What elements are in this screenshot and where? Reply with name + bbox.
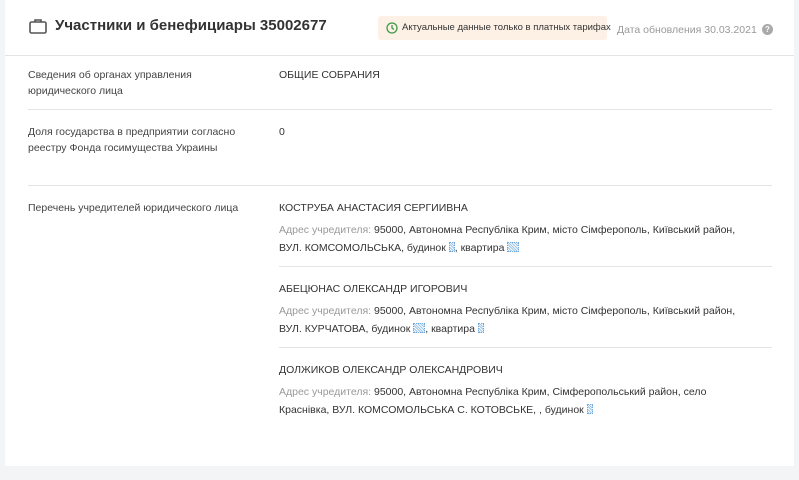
address-line-1: 95000, Автономна Республіка Крим, Сімфер… [373, 386, 707, 398]
address-label: Адрес учредителя: [279, 305, 372, 317]
address-line-1: 95000, Автономна Республіка Крим, місто … [373, 224, 736, 236]
address-apartment-label: , квартира [425, 323, 475, 335]
founders-row: Перечень учредителей юридического лица К… [28, 200, 772, 430]
card-header: Участники и бенефициары 35002677 Актуаль… [5, 0, 794, 56]
update-date: Дата обновления 30.03.2021 [617, 24, 757, 36]
hidden-data-mask[interactable] [507, 242, 520, 252]
founder-name: АБЕЦЮНАС ОЛЕКСАНДР ИГОРОВИЧ [279, 283, 468, 295]
founder-item: ДОЛЖИКОВ ОЛЕКСАНДР ОЛЕКСАНДРОВИЧ Адрес у… [279, 362, 772, 428]
founder-name: КОСТРУБА АНАСТАСИЯ СЕРГИИВНА [279, 202, 468, 214]
founder-item: АБЕЦЮНАС ОЛЕКСАНДР ИГОРОВИЧ Адрес учреди… [279, 281, 772, 348]
beneficiaries-card: Участники и бенефициары 35002677 Актуаль… [5, 0, 794, 466]
address-apartment-label: , квартира [454, 242, 505, 254]
state-share-row: Доля государства в предприятии согласно … [28, 124, 772, 186]
clock-icon [386, 22, 398, 34]
founder-address: Адрес учредителя: 95000, Автономна Респу… [279, 221, 772, 257]
management-bodies-row: Сведения об органах управления юридическ… [28, 67, 772, 110]
state-share-value: 0 [279, 126, 285, 138]
address-label: Адрес учредителя: [279, 224, 372, 236]
question-icon[interactable]: ? [762, 24, 773, 35]
founder-address: Адрес учредителя: 95000, Автономна Респу… [279, 383, 772, 419]
briefcase-icon [29, 19, 47, 34]
founder-name: ДОЛЖИКОВ ОЛЕКСАНДР ОЛЕКСАНДРОВИЧ [279, 364, 503, 376]
address-label: Адрес учредителя: [279, 386, 372, 398]
paid-badge-text: Актуальные данные только в платных тариф… [402, 22, 611, 33]
paid-data-badge[interactable]: Актуальные данные только в платных тариф… [378, 16, 611, 40]
page-title: Участники и бенефициары 35002677 [55, 17, 327, 34]
address-line-2: Краснівка, ВУЛ. КОМСОМОЛЬСЬКА С. КОТОВСЬ… [279, 404, 584, 416]
hidden-data-mask[interactable] [586, 404, 593, 414]
management-bodies-value: ОБЩИЕ СОБРАНИЯ [279, 69, 380, 81]
founder-item: КОСТРУБА АНАСТАСИЯ СЕРГИИВНА Адрес учред… [279, 200, 772, 267]
address-line-2: ВУЛ. КОМСОМОЛЬСЬКА, будинок [279, 242, 446, 254]
management-bodies-label: Сведения об органах управления юридическ… [28, 69, 192, 97]
hidden-data-mask[interactable] [477, 323, 484, 333]
state-share-label: Доля государства в предприятии согласно … [28, 126, 236, 154]
address-line-1: 95000, Автономна Республіка Крим, місто … [373, 305, 736, 317]
founder-address: Адрес учредителя: 95000, Автономна Респу… [279, 302, 772, 338]
founders-label: Перечень учредителей юридического лица [28, 202, 239, 214]
address-line-2: ВУЛ. КУРЧАТОВА, будинок [279, 323, 411, 335]
hidden-data-mask[interactable] [413, 323, 426, 333]
